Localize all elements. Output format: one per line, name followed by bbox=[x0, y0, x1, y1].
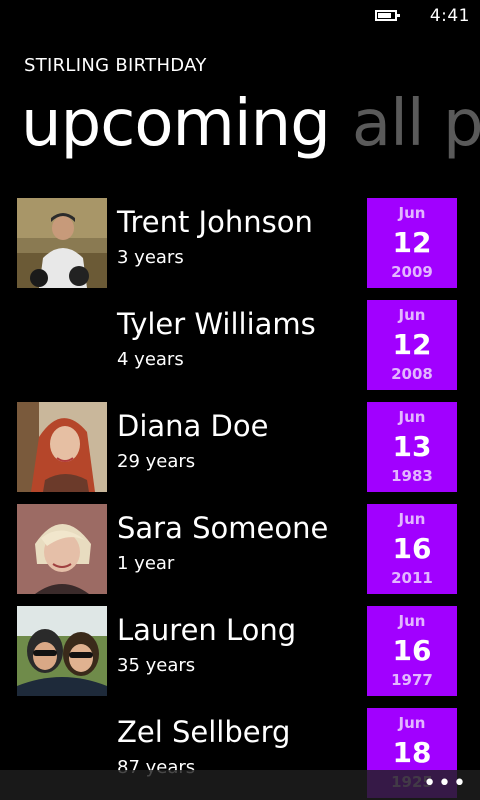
contact-name: Lauren Long bbox=[117, 613, 297, 647]
contact-age: 3 years bbox=[117, 247, 184, 268]
birthday-date-tile: Jun 16 2011 bbox=[367, 504, 457, 594]
pivot-item-all[interactable]: all p bbox=[352, 87, 480, 161]
app-title: STIRLING BIRTHDAY bbox=[24, 55, 207, 76]
birthday-row[interactable]: Tyler Williams 4 years Jun 12 2008 bbox=[0, 300, 480, 402]
contact-age: 4 years bbox=[117, 349, 184, 370]
birthday-date-tile: Jun 12 2009 bbox=[367, 198, 457, 288]
birthday-row[interactable]: Sara Someone 1 year Jun 16 2011 bbox=[0, 504, 480, 606]
avatar bbox=[17, 606, 107, 696]
contact-name: Tyler Williams bbox=[117, 307, 316, 341]
avatar bbox=[17, 198, 107, 288]
date-month: Jun bbox=[398, 612, 426, 630]
clock: 4:41 bbox=[429, 6, 470, 26]
birthday-row[interactable]: Diana Doe 29 years Jun 13 1983 bbox=[0, 402, 480, 504]
status-bar: 4:41 bbox=[0, 0, 480, 32]
birthday-date-tile: Jun 12 2008 bbox=[367, 300, 457, 390]
date-day: 16 bbox=[392, 532, 432, 565]
date-day: 18 bbox=[392, 736, 432, 769]
pivot-item-upcoming[interactable]: upcoming bbox=[21, 87, 331, 161]
birthday-date-tile: Jun 16 1977 bbox=[367, 606, 457, 696]
contact-age: 1 year bbox=[117, 553, 175, 574]
date-year: 1977 bbox=[391, 671, 433, 689]
pivot-header: upcoming all p bbox=[21, 84, 480, 164]
contact-age: 35 years bbox=[117, 655, 196, 676]
contact-name: Sara Someone bbox=[117, 511, 329, 545]
date-day: 13 bbox=[392, 430, 432, 463]
date-month: Jun bbox=[398, 714, 426, 732]
date-year: 2011 bbox=[391, 569, 433, 587]
battery-icon bbox=[375, 10, 400, 21]
birthday-row[interactable]: Trent Johnson 3 years Jun 12 2009 bbox=[0, 198, 480, 300]
date-year: 1983 bbox=[391, 467, 433, 485]
contact-name: Diana Doe bbox=[117, 409, 269, 443]
avatar bbox=[17, 504, 107, 594]
date-month: Jun bbox=[398, 408, 426, 426]
contact-name: Zel Sellberg bbox=[117, 715, 291, 749]
date-month: Jun bbox=[398, 306, 426, 324]
date-year: 2009 bbox=[391, 263, 433, 281]
date-day: 16 bbox=[392, 634, 432, 667]
date-day: 12 bbox=[392, 328, 432, 361]
birthday-row[interactable]: Lauren Long 35 years Jun 16 1977 bbox=[0, 606, 480, 708]
date-year: 2008 bbox=[391, 365, 433, 383]
contact-age: 29 years bbox=[117, 451, 196, 472]
more-options-icon[interactable]: ••• bbox=[423, 771, 468, 797]
date-day: 12 bbox=[392, 226, 432, 259]
date-month: Jun bbox=[398, 510, 426, 528]
date-month: Jun bbox=[398, 204, 426, 222]
birthday-list: Trent Johnson 3 years Jun 12 2009 Tyler … bbox=[0, 198, 480, 800]
contact-name: Trent Johnson bbox=[117, 205, 313, 239]
phone-screen: 4:41 STIRLING BIRTHDAY upcoming all p Tre… bbox=[0, 0, 480, 800]
avatar bbox=[17, 402, 107, 492]
app-bar[interactable]: ••• bbox=[0, 770, 480, 800]
birthday-date-tile: Jun 13 1983 bbox=[367, 402, 457, 492]
